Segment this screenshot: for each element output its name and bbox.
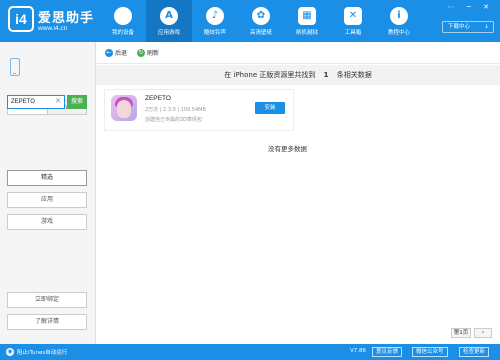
- content-toolbar: ← 后退 ↻ 刷新: [96, 42, 500, 64]
- back-arrow-icon: ←: [105, 48, 113, 57]
- check-update-button[interactable]: 检查更新: [459, 347, 490, 357]
- result-suffix: 条相关数据: [336, 71, 372, 79]
- nav-toolbox[interactable]: ✕ 工具箱: [330, 0, 376, 42]
- refresh-label: 刷新: [147, 50, 160, 57]
- main-nav: 我的设备 A 应用游戏 ♪ 酷炫铃声 ✿ 高清壁纸 ▦ 刷机越狱 ✕ 工具箱 i…: [100, 0, 422, 42]
- back-label: 后退: [115, 50, 128, 57]
- brand-name: 爱思助手: [38, 11, 95, 26]
- brand-url: www.i4.cn: [38, 25, 68, 32]
- refresh-icon: ↻: [137, 48, 145, 57]
- bell-icon: ♪: [206, 7, 224, 25]
- nav-label: 高清壁纸: [249, 30, 272, 36]
- window-controls[interactable]: ⋯ ─ ✕: [447, 3, 494, 11]
- result-prefix: 在 iPhone 正版资源里共找到: [224, 71, 316, 79]
- tools-icon: ✕: [344, 7, 362, 25]
- nav-label: 教程中心: [387, 30, 410, 36]
- nav-wallpapers[interactable]: ✿ 高清壁纸: [238, 0, 284, 42]
- stop-itunes-label[interactable]: 阻止iTunes自动运行: [17, 348, 67, 356]
- download-center-button[interactable]: 下载中心 ↓: [442, 21, 494, 33]
- box-icon: ▦: [298, 7, 316, 25]
- top-header: i4 爱思助手 www.i4.cn 我的设备 A 应用游戏 ♪ 酷炫铃声 ✿ 高…: [0, 0, 500, 42]
- download-arrow-icon: ↓: [484, 24, 489, 30]
- version-label: V7.86: [350, 348, 367, 354]
- refresh-button[interactable]: ↻ 刷新: [137, 48, 159, 57]
- back-button[interactable]: ← 后退: [105, 48, 127, 57]
- nav-label: 刷机越狱: [295, 30, 318, 36]
- search-value: ZEPETO: [11, 99, 35, 105]
- nav-tutorials[interactable]: i 教程中心: [376, 0, 422, 42]
- feedback-button[interactable]: 意见反馈: [372, 347, 403, 357]
- no-more-data: 没有更多数据: [268, 145, 307, 153]
- i4-logo: i4: [8, 6, 34, 32]
- nav-label: 应用游戏: [157, 30, 180, 36]
- search-button[interactable]: 搜索: [67, 95, 87, 109]
- search-input[interactable]: ZEPETO ✕: [7, 95, 65, 109]
- apple-icon: [114, 7, 132, 25]
- zepeto-app-icon: [111, 95, 137, 121]
- info-icon: i: [390, 7, 408, 25]
- bind-now-button[interactable]: 立即绑定: [7, 292, 87, 308]
- clear-icon[interactable]: ✕: [55, 96, 61, 108]
- avatar-face: [117, 100, 131, 118]
- wechat-button[interactable]: 微信公众号: [412, 347, 448, 357]
- nav-label: 工具箱: [344, 30, 362, 36]
- nav-label: 我的设备: [111, 30, 134, 36]
- phone-icon: [10, 58, 20, 76]
- nav-my-device[interactable]: 我的设备: [100, 0, 146, 42]
- stop-icon[interactable]: ◉: [6, 348, 14, 356]
- next-page-button[interactable]: ›: [474, 328, 492, 338]
- learn-more-button[interactable]: 了解详情: [7, 314, 87, 330]
- app-card[interactable]: ZEPETO 2万次 | 2.3.0 | 100.54MB 创建自己专属的3D表…: [104, 89, 294, 131]
- app-description: 创建自己专属的3D表情包: [145, 117, 203, 123]
- result-count-bar: 在 iPhone 正版资源里共找到 1 条相关数据: [96, 65, 500, 85]
- category-apps[interactable]: 应用: [7, 192, 87, 208]
- app-store-icon: A: [160, 7, 178, 25]
- result-count: 1: [323, 71, 329, 79]
- nav-flash-jailbreak[interactable]: ▦ 刷机越狱: [284, 0, 330, 42]
- app-name: ZEPETO: [145, 95, 171, 102]
- install-button[interactable]: 安装: [255, 102, 285, 114]
- category-games[interactable]: 游戏: [7, 214, 87, 230]
- download-center-label: 下载中心: [448, 24, 471, 30]
- nav-apps-games[interactable]: A 应用游戏: [146, 0, 192, 42]
- app-meta: 2万次 | 2.3.0 | 100.54MB: [145, 107, 206, 113]
- category-featured[interactable]: 精选: [7, 170, 87, 186]
- page-indicator: 第1页: [451, 328, 471, 338]
- flower-icon: ✿: [252, 7, 270, 25]
- nav-label: 酷炫铃声: [203, 30, 226, 36]
- status-bar: ◉ 阻止iTunes自动运行 V7.86 意见反馈 微信公众号 检查更新: [0, 344, 500, 360]
- nav-ringtones[interactable]: ♪ 酷炫铃声: [192, 0, 238, 42]
